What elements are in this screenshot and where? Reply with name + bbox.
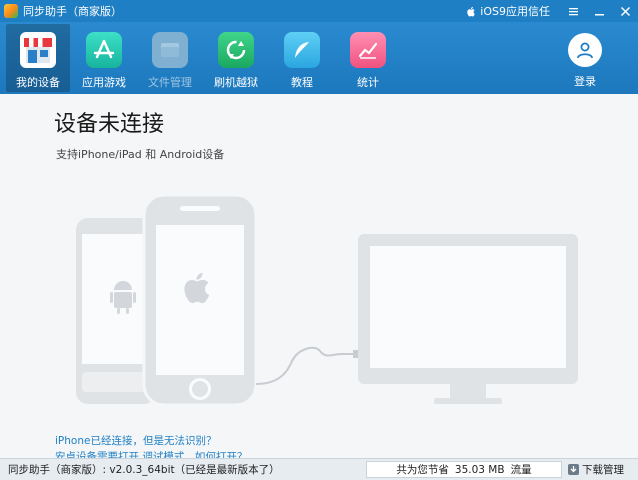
status-bar: 同步助手（商家版）: v2.0.3_64bit（已经是最新版本了） 共为您节省 … (0, 458, 638, 480)
ios-trust-button[interactable]: iOS9应用信任 (466, 3, 550, 19)
saving-suffix: 流量 (510, 464, 532, 476)
minimize-icon (594, 13, 604, 15)
android-debug-mode-link[interactable]: 安卓设备需要打开 调试模式，如何打开？ (55, 449, 247, 458)
menu-icon (568, 7, 578, 15)
device-connection-illustration (76, 193, 578, 407)
title-bar: 同步助手（商家版） iOS9应用信任 (0, 0, 638, 22)
close-icon (620, 6, 630, 16)
main-toolbar: 我的设备 应用游戏 文件管理 刷机越狱 教程 统计 登录 (0, 22, 638, 94)
tab-tutorials[interactable]: 教程 (270, 24, 334, 92)
tab-my-devices-label: 我的设备 (16, 76, 60, 89)
saving-value: 35.03 MB (454, 463, 505, 476)
apple-icon (467, 6, 476, 16)
store-icon (20, 32, 56, 68)
main-content: 设备未连接 支持iPhone/iPad 和 Android设备 iPhone已经… (0, 94, 638, 458)
login-button[interactable]: 登录 (553, 24, 617, 92)
tab-statistics[interactable]: 统计 (336, 24, 400, 92)
tab-flash-jailbreak[interactable]: 刷机越狱 (204, 24, 268, 92)
tab-apps-games-label: 应用游戏 (82, 76, 126, 89)
tab-file-manager-label: 文件管理 (148, 76, 192, 89)
page-title: 设备未连接 (54, 112, 165, 137)
login-label: 登录 (574, 75, 596, 88)
folder-icon (152, 32, 188, 68)
tab-apps-games[interactable]: 应用游戏 (72, 24, 136, 92)
app-store-icon (86, 32, 122, 68)
menu-button[interactable] (560, 0, 586, 22)
user-icon (568, 33, 602, 67)
download-manager-button[interactable]: 下载管理 (568, 462, 624, 477)
window-title: 同步助手（商家版） (23, 5, 122, 18)
usb-cable (255, 346, 353, 385)
iphone-not-recognized-link[interactable]: iPhone已经连接，但是无法识别？ (55, 433, 216, 448)
ios-trust-label: iOS9应用信任 (480, 5, 550, 18)
traffic-saved-box: 共为您节省 35.03 MB 流量 (366, 461, 562, 478)
chart-icon (350, 32, 386, 68)
feather-icon (284, 32, 320, 68)
app-logo-icon (4, 4, 18, 18)
tab-statistics-label: 统计 (357, 76, 379, 89)
download-icon (568, 464, 579, 475)
minimize-button[interactable] (586, 0, 612, 22)
saving-prefix: 共为您节省 (396, 464, 449, 476)
version-text: 同步助手（商家版）: v2.0.3_64bit（已经是最新版本了） (8, 464, 280, 476)
close-button[interactable] (612, 0, 638, 22)
supported-devices-text: 支持iPhone/iPad 和 Android设备 (56, 148, 225, 161)
refresh-icon (218, 32, 254, 68)
download-manager-label: 下载管理 (582, 464, 624, 476)
tab-tutorials-label: 教程 (291, 76, 313, 89)
tab-my-devices[interactable]: 我的设备 (6, 24, 70, 92)
tab-file-manager[interactable]: 文件管理 (138, 24, 202, 92)
tab-flash-jailbreak-label: 刷机越狱 (214, 76, 258, 89)
computer-monitor-icon (358, 234, 578, 404)
